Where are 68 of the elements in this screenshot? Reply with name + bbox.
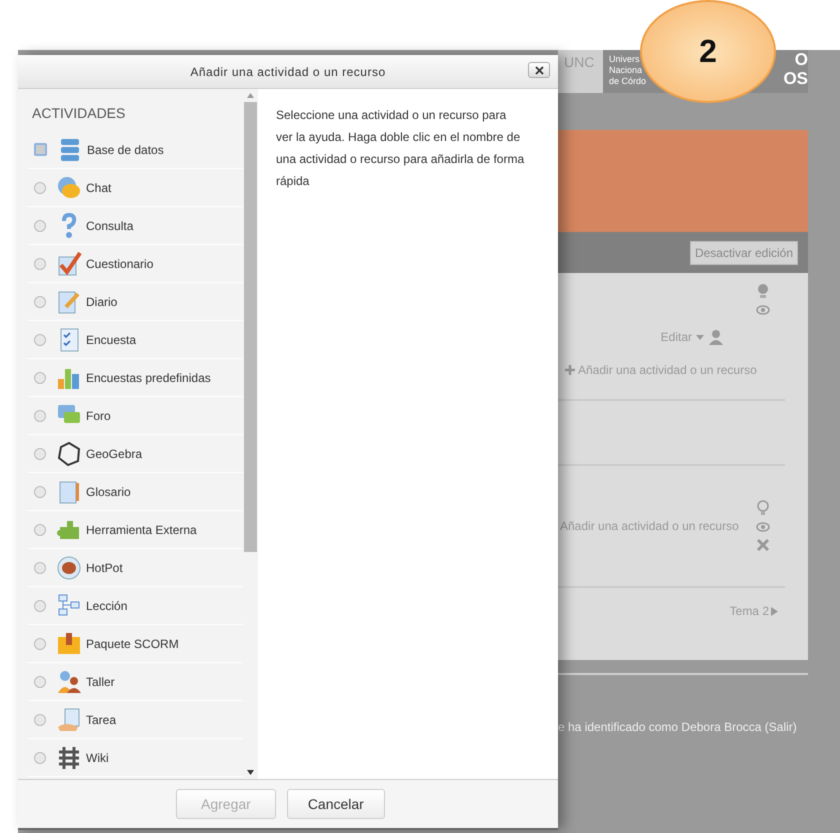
radio-button[interactable] (34, 752, 46, 764)
activity-name[interactable]: Cuestionario (86, 256, 154, 270)
radio-button[interactable] (34, 220, 46, 232)
delete-icon[interactable] (756, 538, 770, 552)
flowchart-icon (56, 592, 82, 618)
eye-icon[interactable] (756, 305, 770, 315)
activity-name[interactable]: GeoGebra (86, 446, 142, 460)
activity-name[interactable]: Paquete SCORM (86, 636, 179, 650)
package-icon (56, 630, 82, 656)
radio-button[interactable] (34, 524, 46, 536)
activity-name[interactable]: Foro (86, 408, 111, 422)
radio-button[interactable] (34, 296, 46, 308)
close-button[interactable] (528, 62, 550, 78)
activity-name[interactable]: Consulta (86, 218, 134, 232)
radio-button[interactable] (34, 182, 46, 194)
caret-icon[interactable] (696, 334, 704, 340)
circle-outline-icon (56, 440, 82, 466)
radio-button[interactable] (34, 638, 46, 650)
radio-button[interactable] (34, 258, 46, 270)
radio-button[interactable] (34, 676, 46, 688)
activity-name[interactable]: Lección (86, 598, 128, 612)
close-icon[interactable] (534, 66, 544, 74)
activity-name[interactable]: Wiki (86, 750, 109, 764)
radio-button[interactable] (34, 562, 46, 574)
radio-button[interactable] (34, 143, 47, 156)
radio-button[interactable] (34, 334, 46, 346)
play-arrow-icon[interactable] (771, 606, 778, 616)
user-icon[interactable] (708, 329, 724, 345)
checkmark-icon (56, 250, 82, 276)
activity-name[interactable]: Glosario (86, 484, 131, 498)
logo-text: Naciona (609, 65, 644, 76)
hand-document-icon (56, 706, 82, 732)
activity-name[interactable]: Taller (86, 674, 115, 688)
login-info-text: e ha identificado como Debora Brocca (Salir) (558, 720, 798, 734)
lightbulb-icon[interactable] (757, 500, 769, 516)
grid-icon (56, 744, 82, 770)
radio-button[interactable] (34, 372, 46, 384)
activity-name[interactable]: HotPot (86, 560, 123, 574)
plus-icon[interactable] (564, 364, 576, 376)
logo-text: O (794, 50, 808, 69)
help-text: Seleccione una actividad o un recurso para ver la ayuda. Haga doble clic en el nombre de una actividad o recurso para añadirla de forma rápida (276, 107, 526, 190)
activity-name[interactable]: Chat (86, 180, 112, 194)
radio-button[interactable] (34, 600, 46, 612)
chat-bubble-icon (56, 174, 82, 200)
activity-name[interactable]: Encuestas predefinidas (86, 370, 211, 384)
ball-icon (56, 554, 82, 580)
activity-name[interactable]: Diario (86, 294, 118, 308)
activity-name[interactable]: Encuesta (86, 332, 136, 346)
radio-button[interactable] (34, 486, 46, 498)
logo-text: OS (783, 69, 808, 88)
scroll-down-icon[interactable] (247, 770, 254, 775)
logo-text: de Córdo (609, 76, 648, 87)
lightbulb-icon[interactable] (757, 283, 769, 299)
dialog-title: Añadir una actividad o un recurso (190, 64, 386, 78)
section-title: ACTIVIDADES (32, 105, 126, 121)
cancel-button[interactable]: Cancelar (286, 789, 385, 819)
activity-name[interactable]: Herramienta Externa (86, 522, 197, 536)
radio-button[interactable] (34, 448, 46, 460)
radio-button[interactable] (34, 714, 46, 726)
people-icon (56, 668, 82, 694)
scroll-up-icon[interactable] (247, 93, 254, 98)
eye-icon[interactable] (756, 522, 770, 532)
pencil-document-icon (56, 288, 82, 314)
activity-name[interactable]: Base de datos (87, 142, 164, 156)
radio-button[interactable] (34, 410, 46, 422)
logo-text: Univers (609, 54, 641, 65)
activity-name[interactable]: Tarea (86, 712, 116, 726)
scrollbar-thumb[interactable] (244, 102, 257, 552)
